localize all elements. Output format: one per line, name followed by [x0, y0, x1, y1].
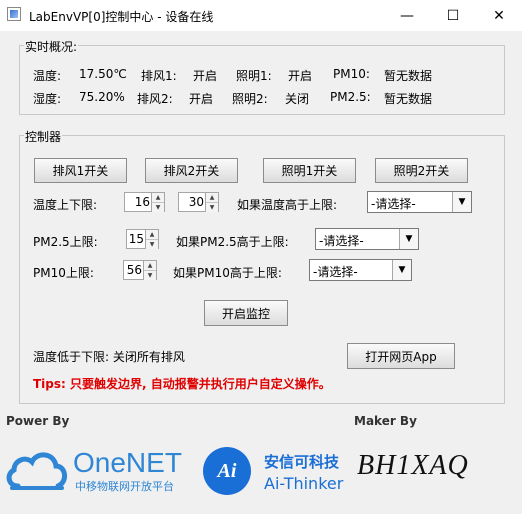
temp-action-value: -请选择- [371, 197, 416, 211]
onenet-logo-text: OneNET [73, 447, 182, 478]
spin-up-icon[interactable]: ▲ [144, 261, 156, 271]
maximize-icon[interactable]: ☐ [430, 0, 476, 31]
temp-if-label: 如果温度高于上限: [237, 198, 338, 212]
bh1xaq-logo-text: BH1XAQ [357, 450, 469, 481]
spin-up-icon[interactable]: ▲ [146, 230, 158, 240]
minimize-icon[interactable]: — [384, 0, 430, 31]
tips-text: Tips: 只要触发边界, 自动报警并执行用户自定义操作。 [33, 377, 331, 391]
pm10-if-label: 如果PM10高于上限: [173, 266, 282, 280]
fan2-value: 开启 [189, 92, 214, 106]
light1-label: 照明1: [236, 69, 272, 83]
pm25-limit-label: PM2.5上限: [33, 235, 98, 249]
controls-title: 控制器 [24, 128, 63, 145]
fan1-label: 排风1: [141, 69, 177, 83]
pm25-value: 暂无数据 [384, 92, 433, 106]
close-icon[interactable]: ✕ [476, 0, 522, 31]
humidity-value: 75.20% [79, 90, 125, 104]
light1-toggle-button[interactable]: 照明1开关 [263, 158, 356, 183]
onenet-subtitle: 中移物联网开放平台 [75, 480, 174, 493]
window-title: LabEnvVP[0]控制中心 - 设备在线 [29, 10, 214, 24]
aithinker-badge-text: Ai [217, 459, 237, 482]
pm10-limit-spinner[interactable]: 56 ▲ ▼ [123, 260, 157, 280]
light2-value: 关闭 [285, 92, 310, 106]
spin-down-icon[interactable]: ▼ [146, 240, 158, 249]
open-web-app-button[interactable]: 打开网页App [347, 343, 455, 369]
temp-low-spinner[interactable]: 16 ▲ ▼ [124, 192, 165, 212]
temp-limits-label: 温度上下限: [33, 198, 98, 212]
pm10-label: PM10: [333, 67, 370, 81]
fan2-toggle-button[interactable]: 排风2开关 [145, 158, 238, 183]
chevron-down-icon[interactable]: ▼ [399, 229, 418, 249]
aithinker-logo-icon: Ai [203, 447, 251, 495]
temp-high-value: 30 [188, 195, 204, 209]
spin-down-icon[interactable]: ▼ [206, 203, 218, 212]
maker-by-label: Maker By [354, 414, 417, 428]
pm25-limit-value: 15 [128, 232, 144, 246]
pm25-action-select[interactable]: -请选择- ▼ [315, 228, 419, 250]
spin-up-icon[interactable]: ▲ [206, 193, 218, 203]
light2-toggle-button[interactable]: 照明2开关 [375, 158, 468, 183]
app-icon [7, 7, 21, 21]
temp-low-value: 16 [134, 195, 150, 209]
pm25-action-value: -请选择- [319, 234, 364, 248]
pm25-label: PM2.5: [330, 90, 371, 104]
start-monitor-button[interactable]: 开启监控 [204, 300, 288, 326]
spin-down-icon[interactable]: ▼ [144, 271, 156, 280]
humidity-label: 湿度: [33, 92, 62, 106]
spin-up-icon[interactable]: ▲ [152, 193, 164, 203]
pm10-action-select[interactable]: -请选择- ▼ [309, 259, 412, 281]
pm25-if-label: 如果PM2.5高于上限: [176, 235, 289, 249]
pm25-limit-spinner[interactable]: 15 ▲ ▼ [126, 229, 159, 249]
temp-value: 17.50℃ [79, 67, 127, 81]
pm10-action-value: -请选择- [313, 265, 358, 279]
chevron-down-icon[interactable]: ▼ [392, 260, 411, 280]
fan1-toggle-button[interactable]: 排风1开关 [34, 158, 127, 183]
fan1-value: 开启 [193, 69, 218, 83]
temp-action-select[interactable]: -请选择- ▼ [367, 191, 472, 213]
light2-label: 照明2: [232, 92, 268, 106]
spin-down-icon[interactable]: ▼ [152, 203, 164, 212]
overview-title: 实时概况: [24, 38, 79, 55]
light1-value: 开启 [288, 69, 313, 83]
below-lower-text: 温度低于下限: 关闭所有排风 [33, 350, 185, 364]
pm10-value: 暂无数据 [384, 69, 433, 83]
temp-label: 温度: [33, 69, 62, 83]
chevron-down-icon[interactable]: ▼ [452, 192, 471, 212]
fan2-label: 排风2: [137, 92, 173, 106]
cloud-icon [6, 452, 67, 490]
aithinker-en-text: Ai-Thinker [264, 474, 344, 493]
pm10-limit-label: PM10上限: [33, 266, 94, 280]
aithinker-cn-text: 安信可科技 [264, 453, 340, 471]
power-by-label: Power By [6, 414, 70, 428]
temp-high-spinner[interactable]: 30 ▲ ▼ [178, 192, 219, 212]
pm10-limit-value: 56 [126, 263, 142, 277]
